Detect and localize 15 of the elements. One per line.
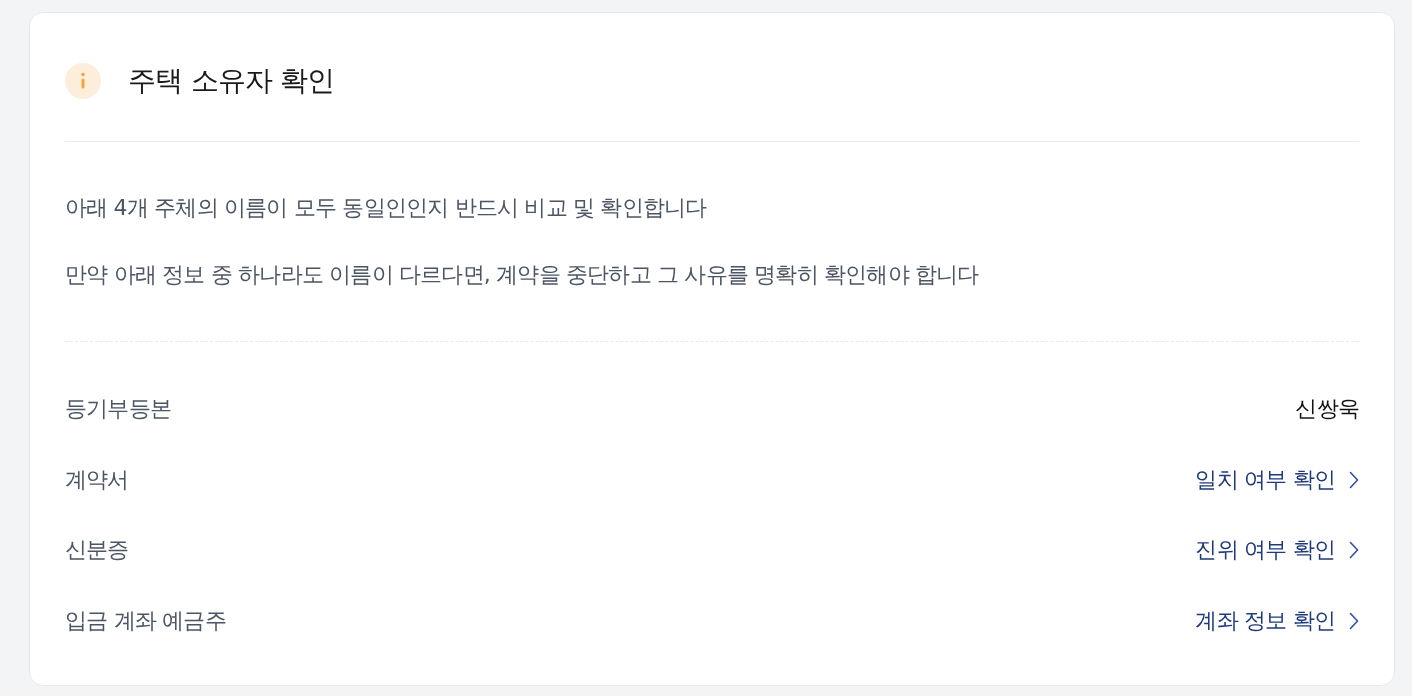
chevron-right-icon bbox=[1349, 470, 1359, 489]
document-label: 등기부등본 bbox=[65, 395, 171, 424]
notice-text: 만약 아래 정보 중 하나라도 이름이 다르다면, 계약을 중단하고 그 사유를 명확히 확인해야 합니다 bbox=[65, 261, 980, 289]
card-title: 주택 소유자 확인 bbox=[128, 63, 335, 99]
chevron-right-icon bbox=[1349, 541, 1359, 560]
document-label: 신분증 bbox=[65, 536, 129, 565]
info-icon bbox=[65, 63, 101, 99]
owner-name: 신쌍욱 bbox=[1295, 395, 1359, 424]
chevron-right-icon bbox=[1349, 611, 1359, 630]
document-label: 계약서 bbox=[65, 465, 129, 494]
notice-text: 아래 4개 주체의 이름이 모두 동일인인지 반드시 비교 및 확인합니다 bbox=[65, 194, 708, 222]
verify-link[interactable]: 일치 여부 확인 bbox=[1195, 463, 1359, 496]
verify-link[interactable]: 진위 여부 확인 bbox=[1195, 534, 1359, 567]
document-label: 입금 계좌 예금주 bbox=[65, 606, 226, 635]
verify-link[interactable]: 계좌 정보 확인 bbox=[1195, 604, 1359, 637]
